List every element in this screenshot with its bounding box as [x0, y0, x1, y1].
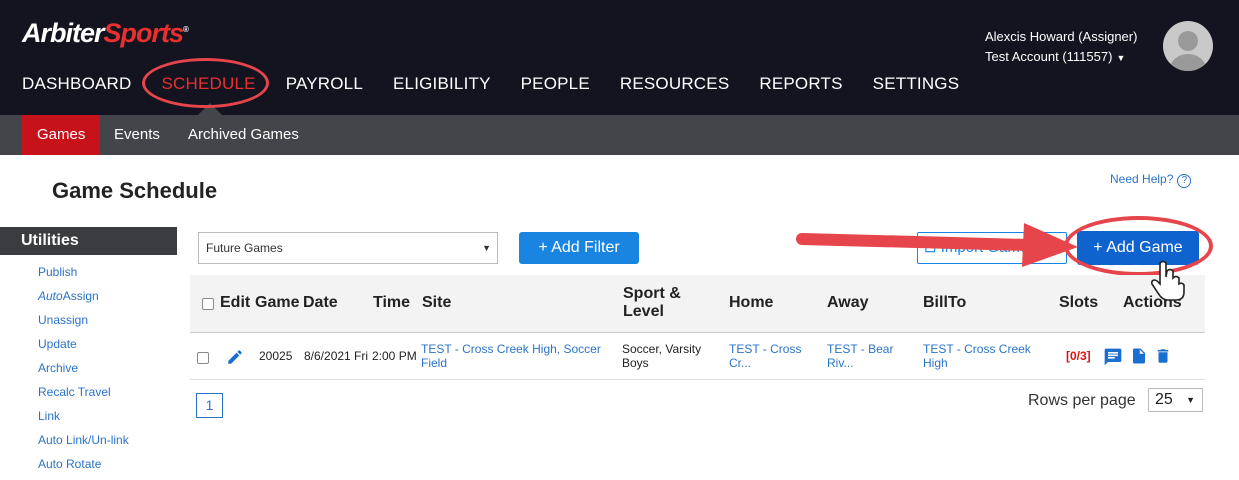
nav-resources[interactable]: RESOURCES	[620, 74, 730, 94]
nav-people[interactable]: PEOPLE	[521, 74, 590, 94]
util-update[interactable]: Update	[38, 336, 129, 360]
annotation-arrow	[796, 223, 1078, 267]
tab-archived-games[interactable]: Archived Games	[173, 115, 314, 155]
pencil-icon[interactable]	[226, 348, 244, 366]
chevron-down-icon: ▼	[1116, 53, 1126, 63]
util-auto-rotate[interactable]: Auto Rotate	[38, 456, 129, 480]
util-publish[interactable]: Publish	[38, 264, 129, 288]
add-filter-button[interactable]: + Add Filter	[519, 232, 639, 264]
user-account: Test Account (111557)	[985, 49, 1113, 64]
game-billto[interactable]: TEST - Cross Creek High	[923, 342, 1038, 370]
chevron-down-icon: ▼	[482, 243, 491, 253]
nav-reports[interactable]: REPORTS	[759, 74, 842, 94]
rows-per-page-label: Rows per page	[1028, 392, 1136, 409]
col-game[interactable]: Game	[255, 294, 299, 312]
sub-navigation-bar: Games Events Archived Games	[0, 115, 1239, 155]
game-slots[interactable]: [0/3]	[1066, 349, 1091, 363]
nav-dashboard[interactable]: DASHBOARD	[22, 74, 132, 94]
nav-eligibility[interactable]: ELIGIBILITY	[393, 74, 491, 94]
document-icon[interactable]	[1130, 346, 1148, 366]
games-table-header: Edit Game Date Time Site Sport & Level H…	[190, 275, 1205, 333]
select-all-checkbox[interactable]	[202, 298, 214, 310]
arbitersports-logo[interactable]: ArbiterSports®	[22, 18, 189, 49]
col-home[interactable]: Home	[729, 294, 773, 312]
col-slots[interactable]: Slots	[1059, 294, 1098, 312]
page-title: Game Schedule	[52, 178, 218, 203]
nav-settings[interactable]: SETTINGS	[873, 74, 960, 94]
tab-events[interactable]: Events	[99, 115, 175, 155]
user-name: Alexcis Howard (Assigner)	[985, 29, 1138, 44]
util-auto-link[interactable]: Auto Link/Un-link	[38, 432, 129, 456]
util-archive[interactable]: Archive	[38, 360, 129, 384]
util-autoassign[interactable]: AutoAssign	[38, 288, 129, 312]
game-time: 2:00 PM	[372, 349, 417, 363]
rows-per-page-select[interactable]: 25 ▼	[1148, 388, 1203, 412]
hand-cursor-icon	[1150, 260, 1185, 301]
game-number: 20025	[259, 349, 293, 363]
game-home[interactable]: TEST - Cross Cr...	[729, 342, 809, 370]
game-site[interactable]: TEST - Cross Creek High, Soccer Field	[421, 342, 611, 370]
row-checkbox[interactable]	[197, 352, 209, 364]
utilities-heading: Utilities	[0, 227, 177, 255]
table-row: 20025 8/6/2021 Fri 2:00 PM TEST - Cross …	[190, 334, 1205, 380]
col-edit[interactable]: Edit	[220, 294, 250, 312]
col-date[interactable]: Date	[303, 294, 338, 312]
col-time[interactable]: Time	[373, 294, 410, 312]
need-help-link[interactable]: Need Help??	[1110, 172, 1192, 188]
game-date: 8/6/2021 Fri	[304, 349, 369, 363]
games-filter-select[interactable]: Future Games ▼	[198, 232, 498, 264]
user-menu[interactable]: Alexcis Howard (Assigner) Test Account (…	[985, 27, 1137, 68]
game-away[interactable]: TEST - Bear Riv...	[827, 342, 907, 370]
page-1-button[interactable]: 1	[196, 393, 223, 418]
utilities-list: Publish AutoAssign Unassign Update Archi…	[38, 264, 129, 480]
game-sport-level: Soccer, Varsity Boys	[622, 342, 702, 370]
tab-games[interactable]: Games	[22, 115, 101, 155]
help-icon: ?	[1177, 174, 1192, 188]
trash-icon[interactable]	[1154, 346, 1172, 366]
col-site[interactable]: Site	[422, 294, 451, 312]
avatar[interactable]	[1163, 21, 1213, 71]
highlight-circle-add-game	[1064, 216, 1213, 276]
col-billto[interactable]: BillTo	[923, 294, 966, 312]
message-icon[interactable]	[1103, 347, 1123, 367]
chevron-down-icon: ▼	[1186, 395, 1195, 405]
col-away[interactable]: Away	[827, 294, 869, 312]
util-link[interactable]: Link	[38, 408, 129, 432]
util-recalc-travel[interactable]: Recalc Travel	[38, 384, 129, 408]
util-unassign[interactable]: Unassign	[38, 312, 129, 336]
highlight-circle-schedule	[142, 58, 269, 108]
col-sport-level[interactable]: Sport & Level	[623, 285, 693, 321]
nav-payroll[interactable]: PAYROLL	[286, 74, 363, 94]
